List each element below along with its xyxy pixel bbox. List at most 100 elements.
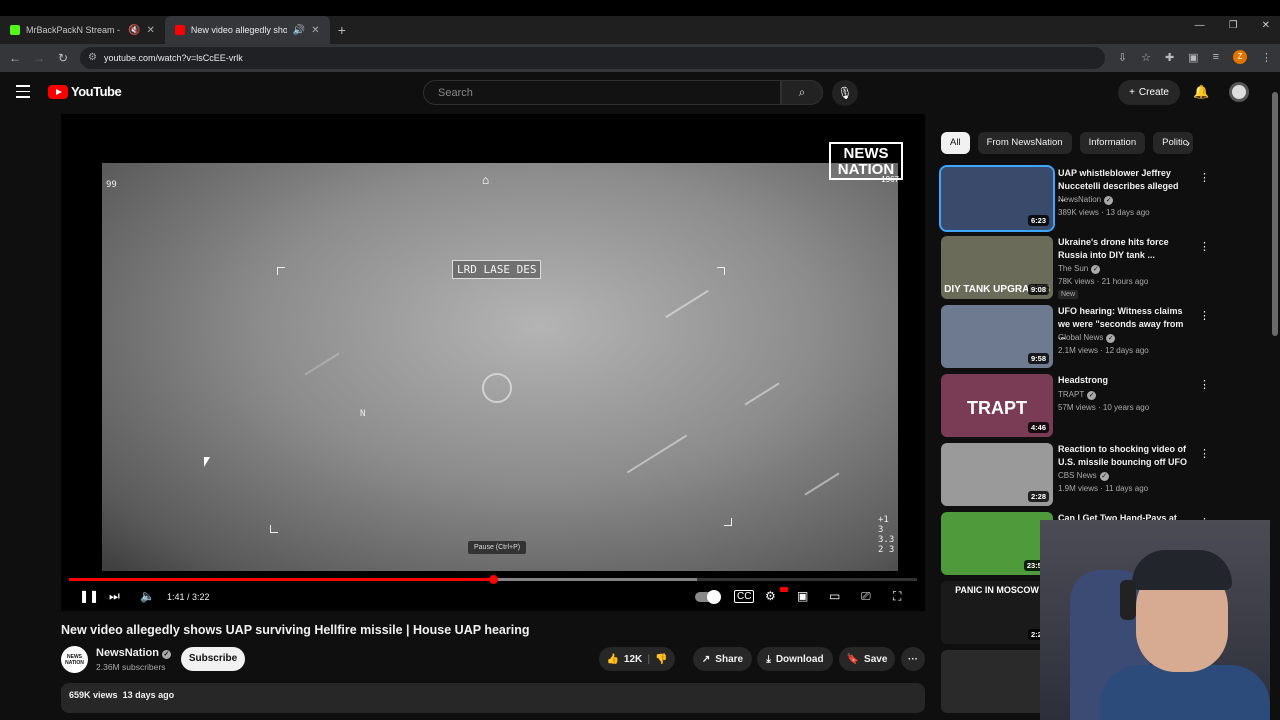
recommendation-title[interactable]: Headstrong bbox=[1058, 374, 1188, 387]
menu-icon[interactable] bbox=[16, 85, 30, 102]
webcam-overlay bbox=[1040, 520, 1270, 720]
recommendation-item[interactable]: 9:58 UFO hearing: Witness claims we were … bbox=[941, 305, 1211, 369]
recommendation-title[interactable]: Reaction to shocking video of U.S. missi… bbox=[1058, 443, 1188, 468]
video-frame[interactable]: 99 ⌂ LRD LASE DES N +1 3 3.3 2 3 bbox=[102, 163, 898, 571]
extensions-icon[interactable]: ✚ bbox=[1165, 51, 1174, 64]
back-icon[interactable]: ← bbox=[3, 51, 27, 65]
more-options-icon[interactable]: ⋮ bbox=[1199, 447, 1210, 460]
recommendation-channel[interactable]: The Sun ✓ bbox=[1058, 264, 1101, 274]
thumbnail-caption: PANIC IN MOSCOW bbox=[955, 585, 1039, 595]
thumbs-down-icon[interactable]: 👎 bbox=[655, 654, 667, 665]
description-box[interactable]: 659K views 13 days ago bbox=[61, 683, 925, 713]
recommendation-thumbnail[interactable]: TRAPT 4:46 bbox=[941, 374, 1053, 437]
microphone-icon[interactable]: 🎙 bbox=[832, 80, 858, 106]
settings-gear-icon[interactable]: ⚙ bbox=[765, 589, 776, 603]
cast-icon[interactable]: ⎚ bbox=[861, 589, 871, 604]
save-button[interactable]: 🔖 Save bbox=[839, 647, 895, 671]
volume-icon[interactable]: 🔈 bbox=[140, 589, 155, 603]
notifications-bell-icon[interactable]: 🔔 bbox=[1193, 84, 1209, 100]
bookmark-icon: 🔖 bbox=[846, 653, 860, 665]
thumbs-up-icon[interactable]: 👍 bbox=[606, 654, 618, 665]
audio-icon[interactable]: 🔊 bbox=[293, 25, 305, 36]
recommendation-item[interactable]: 2:28 Reaction to shocking video of U.S. m… bbox=[941, 443, 1211, 507]
view-count: 659K views bbox=[69, 690, 118, 700]
time-display: 1:41 / 3:22 bbox=[167, 592, 210, 602]
recommendation-thumbnail[interactable] bbox=[941, 650, 1053, 713]
reload-icon[interactable]: ↻ bbox=[51, 51, 75, 65]
upload-date: 13 days ago bbox=[122, 690, 175, 700]
bookmark-star-icon[interactable]: ☆ bbox=[1141, 51, 1151, 64]
youtube-logo[interactable]: YouTube bbox=[48, 84, 122, 99]
thumbnail-caption: TRAPT bbox=[967, 398, 1027, 418]
chip-all[interactable]: All bbox=[941, 132, 970, 154]
progress-bar[interactable] bbox=[69, 575, 917, 584]
close-tab-icon[interactable]: ✕ bbox=[311, 25, 319, 36]
create-button[interactable]: + Create bbox=[1118, 80, 1180, 105]
recommendation-thumbnail[interactable]: 6:23 bbox=[939, 165, 1055, 232]
scrollbar-thumb[interactable] bbox=[1272, 92, 1278, 336]
scrubber-handle[interactable] bbox=[489, 575, 498, 584]
tab-youtube[interactable]: New video allegedly shows 🔊 ✕ bbox=[164, 16, 330, 44]
kick-favicon-icon bbox=[10, 25, 20, 35]
search-icon[interactable]: ⌕ bbox=[781, 80, 823, 105]
more-options-icon[interactable]: ⋮ bbox=[1199, 309, 1210, 322]
more-options-icon[interactable]: ⋮ bbox=[1199, 171, 1210, 184]
miniplayer-icon[interactable]: ▣ bbox=[797, 589, 808, 603]
tab-stream[interactable]: MrBackPackN Stream - Wa 🔇 ✕ bbox=[0, 16, 165, 44]
plus-icon: + bbox=[1129, 87, 1135, 98]
close-tab-icon[interactable]: ✕ bbox=[146, 25, 154, 36]
recommendation-channel[interactable]: TRAPT ✓ bbox=[1058, 390, 1097, 400]
chip-information[interactable]: Information bbox=[1079, 132, 1146, 154]
account-avatar[interactable] bbox=[1229, 82, 1249, 102]
video-player[interactable]: 99 ⌂ LRD LASE DES N +1 3 3.3 2 3 NEWS NA… bbox=[61, 114, 925, 611]
site-info-icon[interactable]: ⚙ bbox=[88, 52, 97, 63]
captions-icon[interactable]: CC bbox=[734, 590, 755, 603]
more-options-icon[interactable]: ⋮ bbox=[1199, 240, 1210, 253]
new-tab-icon[interactable]: + bbox=[338, 22, 346, 38]
recommendation-item[interactable]: DIY TANK UPGRADES 9:08 Ukraine's drone hit… bbox=[941, 236, 1211, 300]
minimize-icon[interactable]: — bbox=[1195, 20, 1205, 31]
mouse-cursor-icon bbox=[204, 457, 210, 467]
url-text: youtube.com/watch?v=lsCcEE-vrlk bbox=[104, 53, 243, 63]
recommendation-item[interactable]: 6:23 UAP whistleblower Jeffrey Nuccetelli… bbox=[939, 165, 1211, 232]
maximize-icon[interactable]: ❐ bbox=[1229, 20, 1238, 31]
channel-avatar[interactable]: NEWS NATION bbox=[61, 646, 88, 673]
like-count[interactable]: 12K bbox=[624, 654, 642, 665]
tab-title: New video allegedly shows bbox=[190, 25, 287, 35]
mute-icon[interactable]: 🔇 bbox=[128, 25, 140, 36]
profile-avatar[interactable]: Z bbox=[1233, 50, 1247, 64]
next-icon[interactable]: ⏭ bbox=[109, 589, 120, 604]
fullscreen-icon[interactable]: ⛶ bbox=[893, 589, 901, 604]
channel-name[interactable]: NewsNation ✓ bbox=[96, 647, 171, 659]
recommendation-thumbnail[interactable]: DIY TANK UPGRADES 9:08 bbox=[941, 236, 1053, 299]
tab-title: MrBackPackN Stream - Wa bbox=[26, 25, 122, 35]
url-field[interactable]: ⚙ youtube.com/watch?v=lsCcEE-vrlk bbox=[80, 47, 1105, 69]
chip-from-newsnation[interactable]: From NewsNation bbox=[977, 132, 1072, 154]
subscribe-button[interactable]: Subscribe bbox=[181, 647, 245, 671]
install-icon[interactable]: ⇩ bbox=[1118, 51, 1127, 64]
video-title: New video allegedly shows UAP surviving … bbox=[61, 623, 530, 637]
media-icon[interactable]: ≡ bbox=[1213, 51, 1219, 63]
recommendation-item[interactable]: TRAPT 4:46 Headstrong TRAPT ✓ 57M views · 10 … bbox=[941, 374, 1211, 438]
theater-mode-icon[interactable]: ▭ bbox=[829, 589, 840, 603]
close-window-icon[interactable]: ✕ bbox=[1262, 20, 1270, 31]
recommendation-title[interactable]: Ukraine's drone hits force Russia into D… bbox=[1058, 236, 1188, 261]
more-actions-icon[interactable]: ··· bbox=[901, 647, 925, 671]
search-input[interactable]: Search bbox=[423, 80, 781, 105]
recommendation-thumbnail[interactable]: 9:58 bbox=[941, 305, 1053, 368]
share-button[interactable]: ↗ Share bbox=[693, 647, 752, 671]
recommendation-thumbnail[interactable]: 23:57 bbox=[941, 512, 1053, 575]
more-options-icon[interactable]: ⋮ bbox=[1199, 378, 1210, 391]
download-button[interactable]: ⤓ Download bbox=[757, 647, 833, 671]
recommendation-channel[interactable]: Global News ✓ bbox=[1058, 333, 1116, 343]
autoplay-toggle[interactable] bbox=[695, 590, 721, 604]
recommendation-thumbnail[interactable]: 2:28 bbox=[941, 443, 1053, 506]
pause-icon[interactable]: ❚❚ bbox=[79, 589, 99, 603]
recommendation-thumbnail[interactable]: PANIC IN MOSCOW 2:24 bbox=[941, 581, 1053, 644]
sidebar-icon[interactable]: ▣ bbox=[1188, 51, 1198, 64]
recommendation-channel[interactable]: NewsNation ✓ bbox=[1058, 195, 1114, 205]
forward-icon[interactable]: → bbox=[27, 51, 51, 65]
chevron-right-icon[interactable]: › bbox=[1186, 136, 1190, 150]
recommendation-channel[interactable]: CBS News ✓ bbox=[1058, 471, 1109, 481]
browser-menu-icon[interactable]: ⋮ bbox=[1261, 51, 1272, 64]
